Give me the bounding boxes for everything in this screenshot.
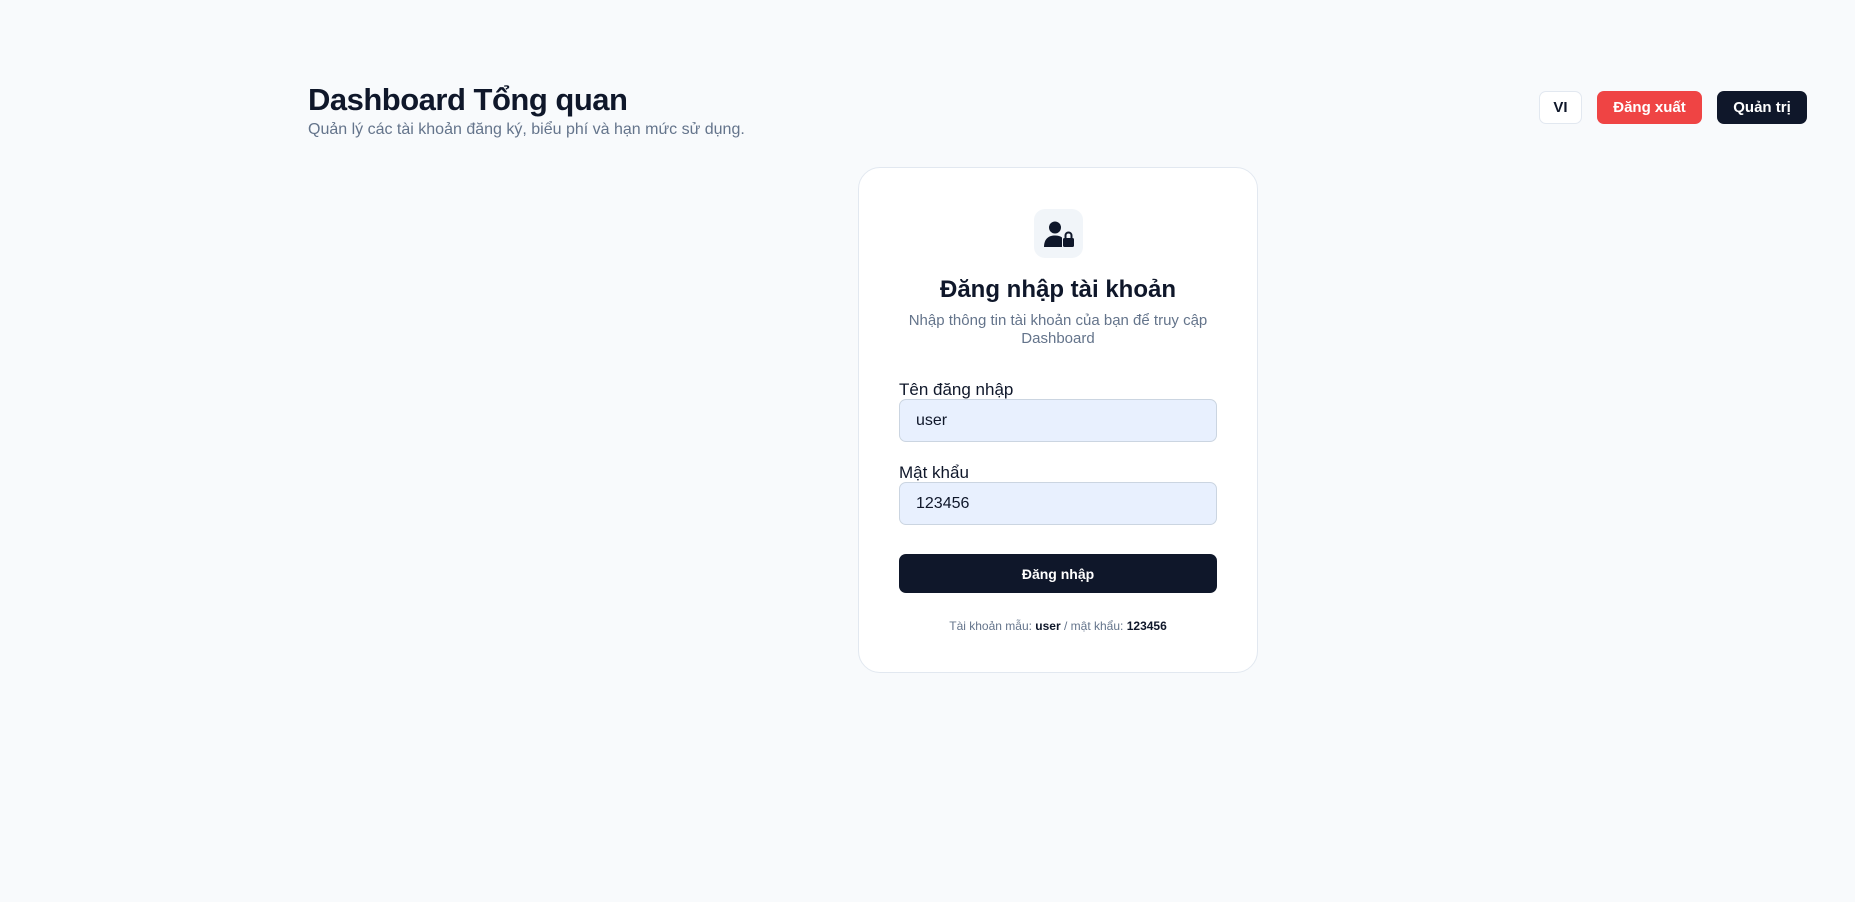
- hint-prefix: Tài khoản mẫu:: [949, 619, 1032, 633]
- demo-account-hint: Tài khoản mẫu: user / mật khẩu: 123456: [859, 618, 1257, 634]
- page-header: Dashboard Tổng quan Quản lý các tài khoả…: [308, 80, 745, 140]
- username-label: Tên đăng nhập: [899, 380, 1014, 399]
- hint-separator: / mật khẩu:: [1064, 619, 1124, 633]
- page-subtitle: Quản lý các tài khoản đăng ký, biểu phí …: [308, 121, 745, 138]
- logout-button[interactable]: Đăng xuất: [1597, 91, 1702, 124]
- hint-username: user: [1035, 619, 1061, 633]
- password-label: Mật khẩu: [899, 463, 969, 482]
- user-lock-icon: [1034, 209, 1083, 258]
- user-lock-icon-glyph: [1043, 221, 1074, 247]
- login-title: Đăng nhập tài khoản: [939, 276, 1176, 303]
- login-submit-button[interactable]: Đăng nhập: [899, 554, 1217, 593]
- header-actions: VI Đăng xuất Quản trị: [1539, 91, 1807, 124]
- login-subtitle: Nhập thông tin tài khoản của bạn để truy…: [908, 312, 1208, 347]
- password-input[interactable]: [899, 482, 1217, 525]
- hint-password: 123456: [1126, 619, 1167, 633]
- admin-button[interactable]: Quản trị: [1717, 91, 1807, 124]
- username-input[interactable]: [899, 399, 1217, 442]
- page-title: Dashboard Tổng quan: [308, 82, 628, 117]
- login-card: Đăng nhập tài khoản Nhập thông tin tài k…: [858, 167, 1258, 673]
- language-button[interactable]: VI: [1539, 91, 1582, 124]
